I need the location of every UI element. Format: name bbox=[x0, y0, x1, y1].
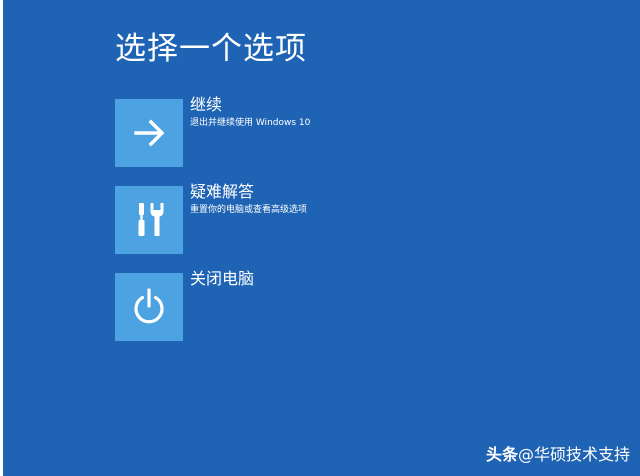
page-title: 选择一个选项 bbox=[115, 31, 307, 67]
recovery-options-screen: 选择一个选项 继续 退出并继续使用 Windows 10 疑难解答 重置你的电脑… bbox=[3, 0, 640, 476]
tools-icon bbox=[138, 203, 164, 236]
troubleshoot-label: 疑难解答 bbox=[190, 182, 255, 201]
continue-label: 继续 bbox=[190, 95, 223, 114]
arrow-right-icon bbox=[134, 119, 165, 147]
shutdown-label: 关闭电脑 bbox=[190, 269, 255, 288]
watermark-brand: 头条 bbox=[485, 445, 518, 464]
watermark-handle: @华硕技术支持 bbox=[517, 445, 630, 464]
shutdown-option[interactable]: 关闭电脑 bbox=[115, 269, 415, 341]
watermark: 头条@华硕技术支持 bbox=[486, 445, 630, 465]
troubleshoot-description: 重置你的电脑或查看高级选项 bbox=[190, 205, 308, 215]
power-icon bbox=[134, 288, 164, 324]
troubleshoot-option[interactable]: 疑难解答 重置你的电脑或查看高级选项 bbox=[115, 182, 415, 254]
troubleshoot-tile[interactable] bbox=[115, 186, 183, 254]
continue-option[interactable]: 继续 退出并继续使用 Windows 10 bbox=[115, 95, 415, 167]
continue-description: 退出并继续使用 Windows 10 bbox=[190, 118, 311, 128]
continue-tile[interactable] bbox=[115, 99, 183, 167]
shutdown-tile[interactable] bbox=[115, 273, 183, 341]
